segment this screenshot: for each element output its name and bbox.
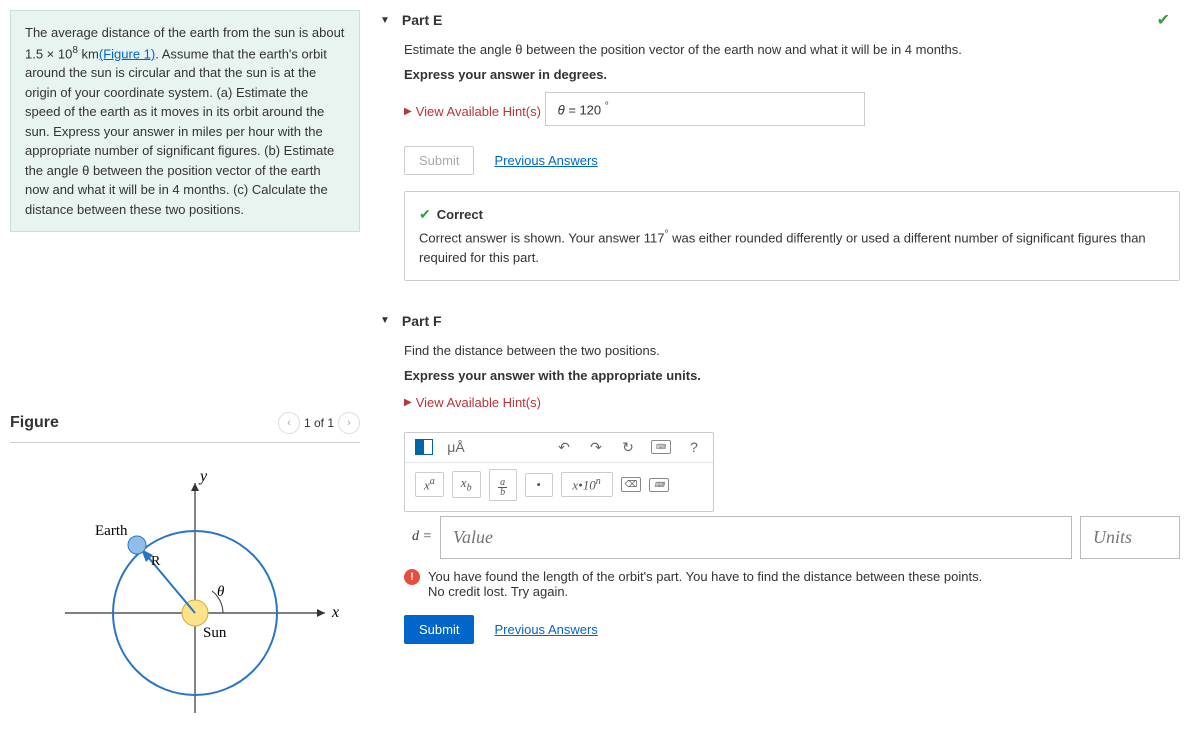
part-e-header: ▼ Part E: [380, 0, 1180, 36]
caret-down-icon[interactable]: ▼: [380, 15, 390, 26]
previous-answers-link-e[interactable]: Previous Answers: [494, 153, 597, 168]
dot-tool[interactable]: •: [525, 473, 553, 497]
part-e-instruction-1: Estimate the angle θ between the positio…: [404, 42, 1180, 57]
keyboard-icon[interactable]: ⌨: [651, 440, 671, 454]
superscript-tool[interactable]: xa: [415, 472, 444, 497]
part-f-header: ▼ Part F: [380, 301, 1180, 337]
answer-display-e: θ = 120 °: [545, 92, 865, 126]
units-input[interactable]: [1080, 516, 1180, 559]
scinotation-tool[interactable]: x•10n: [561, 472, 613, 497]
part-f-instruction-1: Find the distance between the two positi…: [404, 343, 1180, 358]
fraction-tool[interactable]: ab: [489, 469, 517, 501]
hints-toggle-f[interactable]: ▶View Available Hint(s): [404, 395, 541, 410]
svg-text:Earth: Earth: [95, 523, 128, 539]
figure-counter: 1 of 1: [304, 416, 334, 430]
equation-answer-area: μÅ ↶ ↷ ↻ ⌨ ? xa xb ab • x•10n ⌫: [404, 432, 1180, 559]
figure-title: Figure: [10, 414, 59, 432]
figure-next-button[interactable]: ›: [338, 412, 360, 434]
error-icon: !: [404, 569, 420, 585]
svg-text:x: x: [331, 604, 339, 621]
submit-button-f[interactable]: Submit: [404, 615, 474, 644]
caret-down-icon[interactable]: ▼: [380, 315, 390, 326]
help-icon[interactable]: ?: [685, 439, 703, 455]
value-input[interactable]: [440, 516, 1072, 559]
figure-prev-button[interactable]: ‹: [278, 412, 300, 434]
feedback-box-e: ✔ Correct Correct answer is shown. Your …: [404, 191, 1180, 280]
submit-button-e[interactable]: Submit: [404, 146, 474, 175]
orbit-figure: x y Sun Earth R θ: [25, 463, 345, 723]
keyboard2-icon[interactable]: ⌨: [649, 478, 669, 492]
units-button[interactable]: μÅ: [447, 439, 465, 455]
part-e-title: Part E: [402, 12, 442, 28]
triangle-right-icon: ▶: [404, 397, 412, 408]
d-equals-label: d =: [404, 529, 432, 545]
hints-toggle-e[interactable]: ▶View Available Hint(s): [404, 104, 541, 119]
svg-text:y: y: [198, 468, 208, 485]
problem-value: 1.5 × 10: [25, 46, 72, 61]
triangle-right-icon: ▶: [404, 106, 412, 117]
part-e-instruction-2: Express your answer in degrees.: [404, 67, 1180, 82]
figure-link[interactable]: (Figure 1): [99, 46, 155, 61]
error-feedback: ! You have found the length of the orbit…: [404, 569, 1180, 599]
part-f-title: Part F: [402, 313, 442, 329]
problem-unit: km: [78, 46, 99, 61]
reset-icon[interactable]: ↻: [619, 439, 637, 456]
previous-answers-link-f[interactable]: Previous Answers: [494, 622, 597, 637]
figure-section: Figure ‹ 1 of 1 › x y Sun: [10, 412, 360, 723]
part-f-body: Find the distance between the two positi…: [380, 343, 1180, 680]
problem-statement: The average distance of the earth from t…: [10, 10, 360, 232]
redo-icon[interactable]: ↷: [587, 439, 605, 456]
check-icon: ✔: [419, 204, 431, 225]
templates-icon[interactable]: [415, 439, 433, 455]
check-icon: ✔: [1157, 10, 1170, 30]
problem-text-1: The average distance of the earth from t…: [25, 25, 344, 40]
equation-editor: μÅ ↶ ↷ ↻ ⌨ ? xa xb ab • x•10n ⌫: [404, 432, 714, 512]
feedback-title: Correct: [437, 205, 483, 225]
svg-text:R: R: [151, 554, 161, 569]
part-f-instruction-2: Express your answer with the appropriate…: [404, 368, 1180, 383]
part-e-body: ✔ Estimate the angle θ between the posit…: [380, 42, 1180, 301]
svg-text:Sun: Sun: [203, 625, 227, 641]
backspace-icon[interactable]: ⌫: [621, 477, 642, 492]
svg-text:θ: θ: [217, 584, 225, 600]
undo-icon[interactable]: ↶: [555, 439, 573, 456]
subscript-tool[interactable]: xb: [452, 471, 481, 498]
problem-text-2: . Assume that the earth's orbit around t…: [25, 46, 334, 217]
